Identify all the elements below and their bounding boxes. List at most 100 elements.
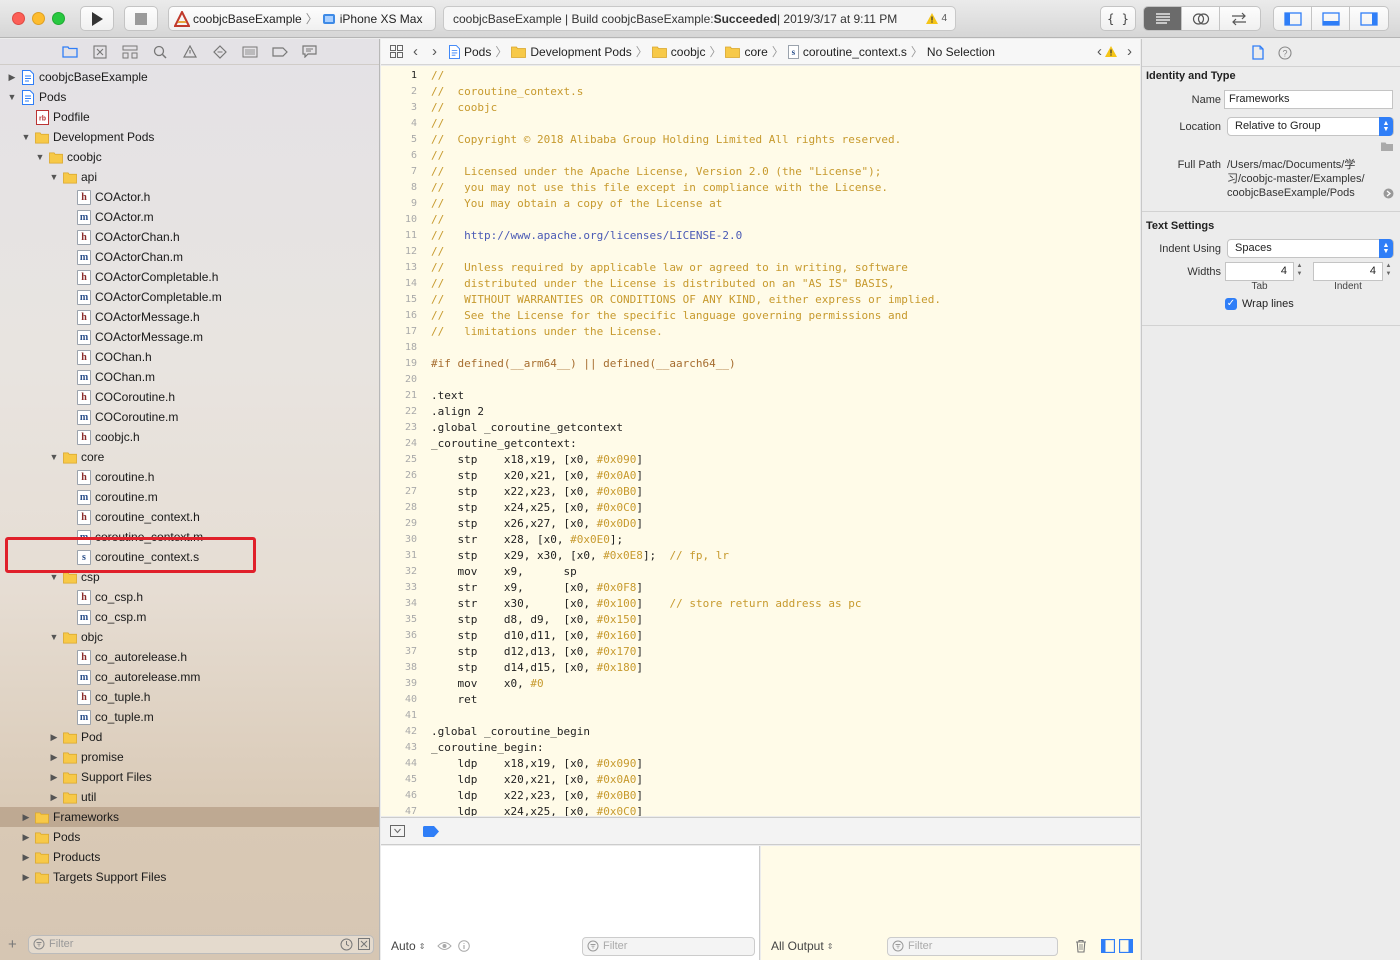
tree-group-item[interactable]: ▼ objc	[0, 627, 379, 647]
back-icon[interactable]: ‹	[413, 43, 418, 60]
auto-scope-popup[interactable]: Auto ⇕	[391, 939, 425, 953]
code-line[interactable]: str x30, [x0, #0x100] // store return ad…	[431, 596, 861, 612]
project-navigator-tab[interactable]	[55, 41, 85, 63]
minimize-window-button[interactable]	[32, 12, 45, 25]
next-issue-icon[interactable]: ›	[1127, 43, 1132, 60]
tree-file-item[interactable]: h COCoroutine.h	[0, 387, 379, 407]
report-navigator-tab[interactable]	[295, 41, 325, 63]
output-popup[interactable]: All Output ⇕	[771, 939, 833, 953]
disclosure-open-icon[interactable]: ▼	[49, 172, 59, 182]
variables-filter-input[interactable]: Filter	[582, 937, 755, 956]
split-left-icon[interactable]	[1101, 939, 1115, 953]
split-right-icon[interactable]	[1119, 939, 1133, 953]
code-line[interactable]: ldp x18,x19, [x0, #0x090]	[431, 756, 642, 772]
toggle-navigator-button[interactable]	[1274, 7, 1312, 30]
library-button[interactable]: { }	[1100, 6, 1136, 31]
choose-folder-icon[interactable]	[1380, 141, 1394, 152]
code-line[interactable]: stp d12,d13, [x0, #0x170]	[431, 644, 642, 660]
disclosure-open-icon[interactable]: ▼	[7, 92, 17, 102]
source-control-filter-icon[interactable]	[358, 938, 370, 950]
code-line[interactable]: stp x26,x27, [x0, #0x0D0]	[431, 516, 642, 532]
disclosure-closed-icon[interactable]: ▶	[7, 72, 17, 82]
console-view[interactable]: All Output ⇕ Filter	[761, 846, 1140, 960]
code-line[interactable]: stp d8, d9, [x0, #0x150]	[431, 612, 642, 628]
breadcrumb-item[interactable]: Development Pods 〉	[511, 43, 648, 60]
tree-group-item[interactable]: ▶ Products	[0, 847, 379, 867]
stop-button[interactable]	[124, 6, 158, 31]
code-line[interactable]: //	[431, 244, 444, 260]
code-line[interactable]: .global _coroutine_getcontext	[431, 420, 623, 436]
tree-file-item[interactable]: h COActorCompletable.h	[0, 267, 379, 287]
code-line[interactable]: //	[431, 148, 444, 164]
symbol-navigator-tab[interactable]	[115, 41, 145, 63]
disclosure-open-icon[interactable]: ▼	[35, 152, 45, 162]
related-items-icon[interactable]	[390, 45, 403, 58]
disclosure-closed-icon[interactable]: ▶	[49, 752, 59, 762]
code-line[interactable]: stp d10,d11, [x0, #0x160]	[431, 628, 642, 644]
tree-group-item[interactable]: ▶ Frameworks	[0, 807, 379, 827]
tree-file-item[interactable]: h co_csp.h	[0, 587, 379, 607]
tree-file-item[interactable]: m COCoroutine.m	[0, 407, 379, 427]
code-line[interactable]: _coroutine_begin:	[431, 740, 544, 756]
code-line[interactable]: mov x9, sp	[431, 564, 576, 580]
forward-icon[interactable]: ›	[432, 43, 437, 60]
code-line[interactable]: .text	[431, 388, 464, 404]
wrap-lines-checkbox[interactable]: ✓ Wrap lines	[1225, 298, 1294, 310]
breadcrumb-item[interactable]: core 〉	[725, 43, 784, 60]
breakpoint-navigator-tab[interactable]	[265, 41, 295, 63]
tree-group-item[interactable]: ▼ coobjc	[0, 147, 379, 167]
tree-file-item[interactable]: h COChan.h	[0, 347, 379, 367]
tree-file-item[interactable]: m COActorMessage.m	[0, 327, 379, 347]
tree-group-item[interactable]: ▼ Development Pods	[0, 127, 379, 147]
disclosure-closed-icon[interactable]: ▶	[49, 772, 59, 782]
hide-debug-area-icon[interactable]	[390, 825, 405, 837]
code-line[interactable]: //	[431, 212, 444, 228]
code-line[interactable]: ret	[431, 692, 477, 708]
code-line[interactable]: stp d14,d15, [x0, #0x180]	[431, 660, 642, 676]
code-line[interactable]: ldp x20,x21, [x0, #0x0A0]	[431, 772, 642, 788]
disclosure-open-icon[interactable]: ▼	[49, 572, 59, 582]
quick-help-icon[interactable]: ?	[1277, 45, 1292, 60]
tree-file-item[interactable]: h co_tuple.h	[0, 687, 379, 707]
tree-file-item[interactable]: m COActorCompletable.m	[0, 287, 379, 307]
source-control-tab[interactable]	[85, 41, 115, 63]
disclosure-closed-icon[interactable]: ▶	[49, 792, 59, 802]
tree-file-item[interactable]: m COActor.m	[0, 207, 379, 227]
run-button[interactable]	[80, 6, 114, 31]
tree-file-item[interactable]: ▶ coobjcBaseExample	[0, 67, 379, 87]
disclosure-open-icon[interactable]: ▼	[49, 632, 59, 642]
code-line[interactable]: // See the License for the specific lang…	[431, 308, 908, 324]
indent-width-stepper[interactable]: ▲ ▼	[1384, 262, 1393, 281]
tree-group-item[interactable]: ▶ Targets Support Files	[0, 867, 379, 887]
tree-file-item[interactable]: h coroutine.h	[0, 467, 379, 487]
code-line[interactable]: ldp x22,x23, [x0, #0x0B0]	[431, 788, 642, 804]
disclosure-closed-icon[interactable]: ▶	[21, 832, 31, 842]
code-line[interactable]: // Licensed under the Apache License, Ve…	[431, 164, 881, 180]
debug-navigator-tab[interactable]	[235, 41, 265, 63]
name-field[interactable]: Frameworks	[1224, 90, 1393, 109]
tree-group-item[interactable]: ▶ Pods	[0, 827, 379, 847]
tree-file-item[interactable]: h COActor.h	[0, 187, 379, 207]
toggle-inspector-button[interactable]	[1350, 7, 1388, 30]
tree-file-item[interactable]: m COChan.m	[0, 367, 379, 387]
version-editor-button[interactable]	[1220, 7, 1258, 30]
reveal-arrow-icon[interactable]	[1383, 188, 1394, 199]
tab-width-stepper[interactable]: ▲ ▼	[1295, 262, 1304, 281]
tree-group-item[interactable]: ▼ api	[0, 167, 379, 187]
breadcrumb-item[interactable]: Pods 〉	[449, 43, 507, 60]
code-line[interactable]: // coroutine_context.s	[431, 84, 583, 100]
tree-file-item[interactable]: h coroutine_context.h	[0, 507, 379, 527]
code-line[interactable]: // You may obtain a copy of the License …	[431, 196, 722, 212]
file-inspector-icon[interactable]	[1251, 45, 1264, 60]
code-line[interactable]: _coroutine_getcontext:	[431, 436, 577, 452]
find-navigator-tab[interactable]	[145, 41, 175, 63]
tree-file-item[interactable]: m coroutine.m	[0, 487, 379, 507]
tree-group-item[interactable]: ▶ Support Files	[0, 767, 379, 787]
disclosure-closed-icon[interactable]: ▶	[21, 852, 31, 862]
breadcrumb-item[interactable]: s coroutine_context.s 〉	[787, 43, 923, 60]
tree-file-item[interactable]: ▼ Pods	[0, 87, 379, 107]
code-line[interactable]: str x9, [x0, #0x0F8]	[431, 580, 642, 596]
code-line[interactable]: // WITHOUT WARRANTIES OR CONDITIONS OF A…	[431, 292, 941, 308]
eye-icon[interactable]	[437, 941, 453, 951]
code-line[interactable]: stp x18,x19, [x0, #0x090]	[431, 452, 642, 468]
